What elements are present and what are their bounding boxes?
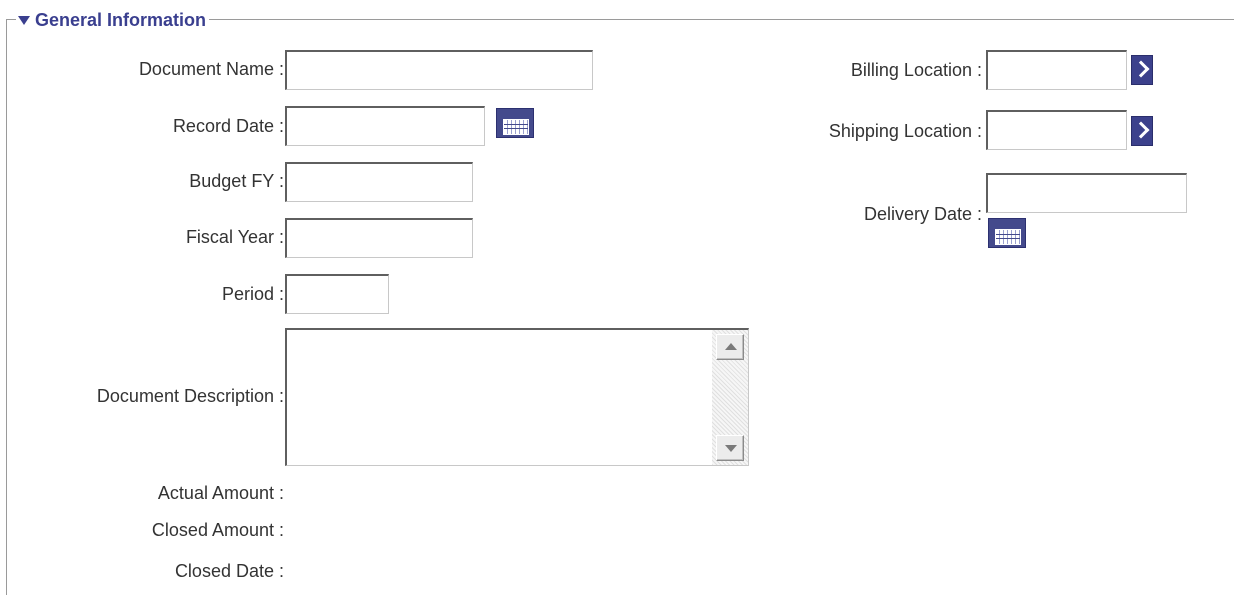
fiscal-year-label: Fiscal Year : — [185, 227, 284, 247]
record-date-calendar-button[interactable] — [496, 108, 534, 138]
document-name-label: Document Name : — [138, 59, 284, 79]
fiscal-year-input[interactable] — [285, 218, 473, 258]
shipping-location-input[interactable] — [986, 110, 1127, 150]
actual-amount-label: Actual Amount : — [157, 483, 284, 503]
chevron-right-icon — [1132, 60, 1150, 78]
delivery-date-label: Delivery Date : — [863, 204, 982, 224]
document-description-label: Document Description : — [96, 386, 284, 406]
scroll-up-arrow-icon — [725, 343, 737, 350]
scroll-up-button[interactable] — [716, 334, 744, 360]
chevron-right-icon — [1132, 121, 1150, 139]
billing-location-input[interactable] — [986, 50, 1127, 90]
calendar-icon — [995, 229, 1021, 245]
document-description-box — [285, 328, 749, 466]
billing-location-lookup-button[interactable] — [1131, 55, 1153, 85]
calendar-icon — [503, 119, 529, 135]
budget-fy-input[interactable] — [285, 162, 473, 202]
closed-date-label: Closed Date : — [174, 561, 284, 581]
section-title: General Information — [35, 9, 207, 30]
billing-location-label: Billing Location : — [850, 60, 982, 80]
shipping-location-label: Shipping Location : — [828, 121, 982, 141]
period-label: Period : — [221, 284, 284, 304]
shipping-location-lookup-button[interactable] — [1131, 116, 1153, 146]
delivery-date-calendar-button[interactable] — [988, 218, 1026, 248]
section-header-general-information[interactable]: General Information — [16, 8, 210, 32]
record-date-input[interactable] — [285, 106, 485, 146]
scroll-down-arrow-icon — [725, 445, 737, 452]
section-border-left — [6, 19, 7, 595]
description-scrollbar[interactable] — [712, 330, 748, 465]
scroll-down-button[interactable] — [716, 435, 744, 461]
document-description-textarea[interactable] — [287, 330, 711, 463]
budget-fy-label: Budget FY : — [189, 171, 284, 191]
delivery-date-input[interactable] — [986, 173, 1187, 213]
record-date-label: Record Date : — [172, 116, 284, 136]
document-name-input[interactable] — [285, 50, 593, 90]
closed-amount-label: Closed Amount : — [151, 520, 284, 540]
triangle-down-icon[interactable] — [18, 15, 30, 25]
period-input[interactable] — [285, 274, 389, 314]
